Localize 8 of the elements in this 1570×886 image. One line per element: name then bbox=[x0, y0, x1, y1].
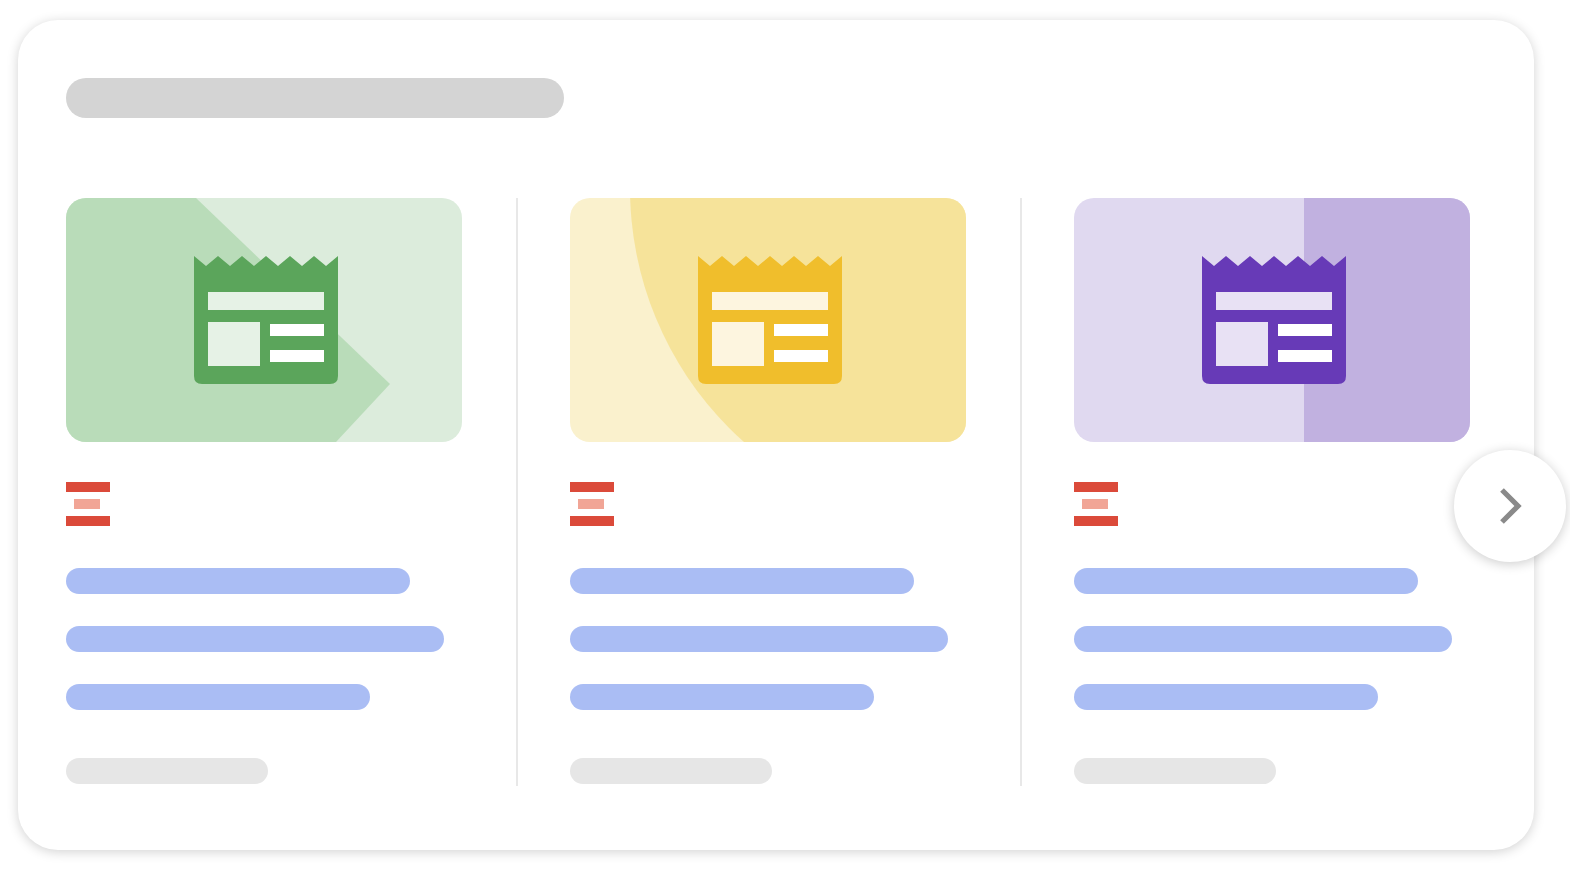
chevron-right-icon bbox=[1498, 486, 1522, 526]
source-logo-icon bbox=[1074, 482, 1118, 526]
newspaper-icon bbox=[1202, 256, 1346, 384]
newspaper-icon bbox=[698, 256, 842, 384]
source-logo-icon bbox=[66, 482, 110, 526]
source-logo-icon bbox=[570, 482, 614, 526]
newspaper-icon bbox=[194, 256, 338, 384]
next-button[interactable] bbox=[1454, 450, 1566, 562]
